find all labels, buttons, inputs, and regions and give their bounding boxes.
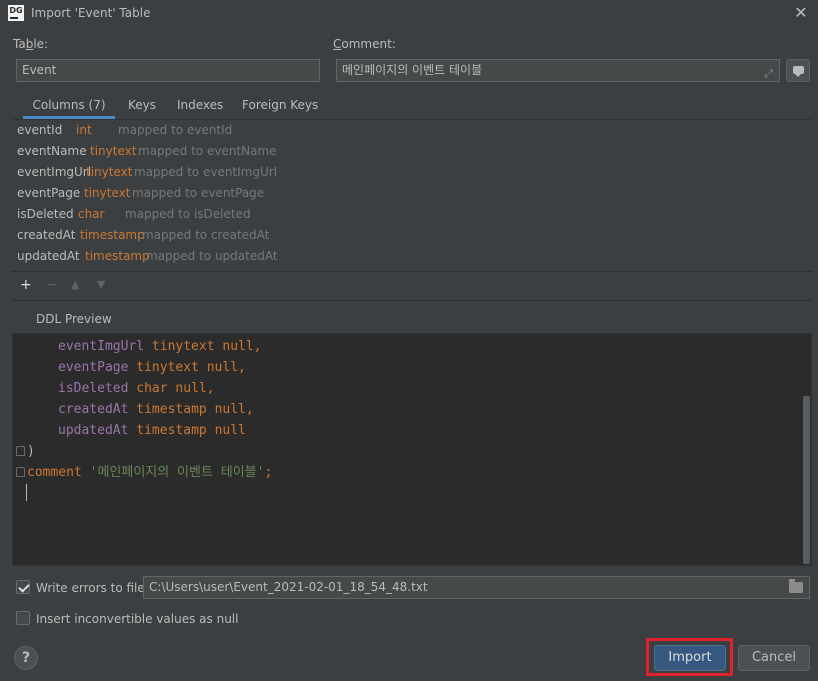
datagrip-logo-icon: DG xyxy=(8,5,24,21)
ddl-preview-label: DDL Preview xyxy=(36,312,112,326)
column-name: updatedAt xyxy=(17,249,80,263)
table-name-input[interactable]: Event xyxy=(16,59,320,82)
toolbar-divider xyxy=(12,300,812,301)
remove-icon[interactable]: − xyxy=(46,277,58,293)
code-line: createdAt timestamp null, xyxy=(58,402,254,417)
move-down-icon[interactable]: ▼ xyxy=(97,277,105,293)
fold-start-icon[interactable] xyxy=(16,467,25,477)
ddl-editor[interactable]: eventImgUrl tinytext null, eventPage tin… xyxy=(12,333,812,566)
column-name: eventImgUrl xyxy=(17,165,92,179)
column-name: isDeleted xyxy=(17,207,74,221)
code-line: eventPage tinytext null, xyxy=(58,360,246,375)
column-type: tinytext xyxy=(90,144,137,158)
tab-keys[interactable]: Keys xyxy=(128,93,156,119)
vertical-scrollbar[interactable] xyxy=(803,396,810,564)
list-divider xyxy=(12,271,812,272)
column-mapping: mapped to eventName xyxy=(138,144,277,158)
insert-null-checkbox[interactable] xyxy=(16,611,30,625)
expand-icon[interactable]: ⤢ xyxy=(764,63,773,81)
speech-bubble-icon xyxy=(793,66,804,77)
column-type: tinytext xyxy=(84,186,131,200)
code-line: isDeleted char null, xyxy=(58,381,215,396)
add-icon[interactable]: + xyxy=(20,277,32,293)
column-mapping: mapped to createdAt xyxy=(142,228,270,242)
error-file-path-input[interactable]: C:\Users\user\Event_2021-02-01_18_54_48.… xyxy=(143,576,810,599)
column-mapping: mapped to eventPage xyxy=(132,186,265,200)
code-line: updatedAt timestamp null xyxy=(58,423,246,438)
text-caret xyxy=(26,484,27,501)
column-mapping: mapped to updatedAt xyxy=(146,249,278,263)
cancel-button[interactable]: Cancel xyxy=(738,645,810,671)
folder-icon[interactable] xyxy=(789,579,803,593)
write-errors-checkbox[interactable] xyxy=(16,580,30,594)
tab-indexes[interactable]: Indexes xyxy=(177,93,223,119)
move-up-icon[interactable]: ▲ xyxy=(71,277,79,293)
comment-input[interactable]: 메인페이지의 이벤트 테이블 ⤢ xyxy=(336,59,780,82)
table-label: Table: xyxy=(13,37,49,51)
window-title: Import 'Event' Table xyxy=(31,6,151,20)
column-mapping: mapped to isDeleted xyxy=(125,207,251,221)
tab-columns[interactable]: Columns (7) xyxy=(23,93,115,119)
column-name: eventName xyxy=(17,144,87,158)
write-errors-label: Write errors to file: xyxy=(36,581,149,595)
insert-null-label: Insert inconvertible values as null xyxy=(36,612,239,626)
column-type: char xyxy=(78,207,105,221)
code-line: ) xyxy=(27,444,35,459)
comment-label: Comment: xyxy=(333,37,396,51)
close-icon[interactable]: ✕ xyxy=(792,4,810,22)
edit-comment-button[interactable] xyxy=(786,59,810,82)
help-button[interactable]: ? xyxy=(14,646,38,670)
comment-input-value: 메인페이지의 이벤트 테이블 xyxy=(342,63,483,77)
import-button[interactable]: Import xyxy=(654,645,726,671)
column-mapping: mapped to eventId xyxy=(118,123,233,137)
column-type: timestamp xyxy=(80,228,145,242)
column-type: tinytext xyxy=(86,165,133,179)
error-file-path-value: C:\Users\user\Event_2021-02-01_18_54_48.… xyxy=(149,580,428,594)
title-bar: DG Import 'Event' Table ✕ xyxy=(0,0,818,28)
column-mapping: mapped to eventImgUrl xyxy=(134,165,278,179)
column-type: timestamp xyxy=(85,249,150,263)
tab-foreign-keys[interactable]: Foreign Keys xyxy=(242,93,318,119)
code-line: comment '메인페이지의 이벤트 테이블'; xyxy=(27,465,273,480)
code-line: eventImgUrl tinytext null, xyxy=(58,339,262,354)
fold-end-icon[interactable] xyxy=(16,446,25,456)
column-name: eventPage xyxy=(17,186,81,200)
column-name: eventId xyxy=(17,123,63,137)
column-name: createdAt xyxy=(17,228,76,242)
column-type: int xyxy=(76,123,92,137)
